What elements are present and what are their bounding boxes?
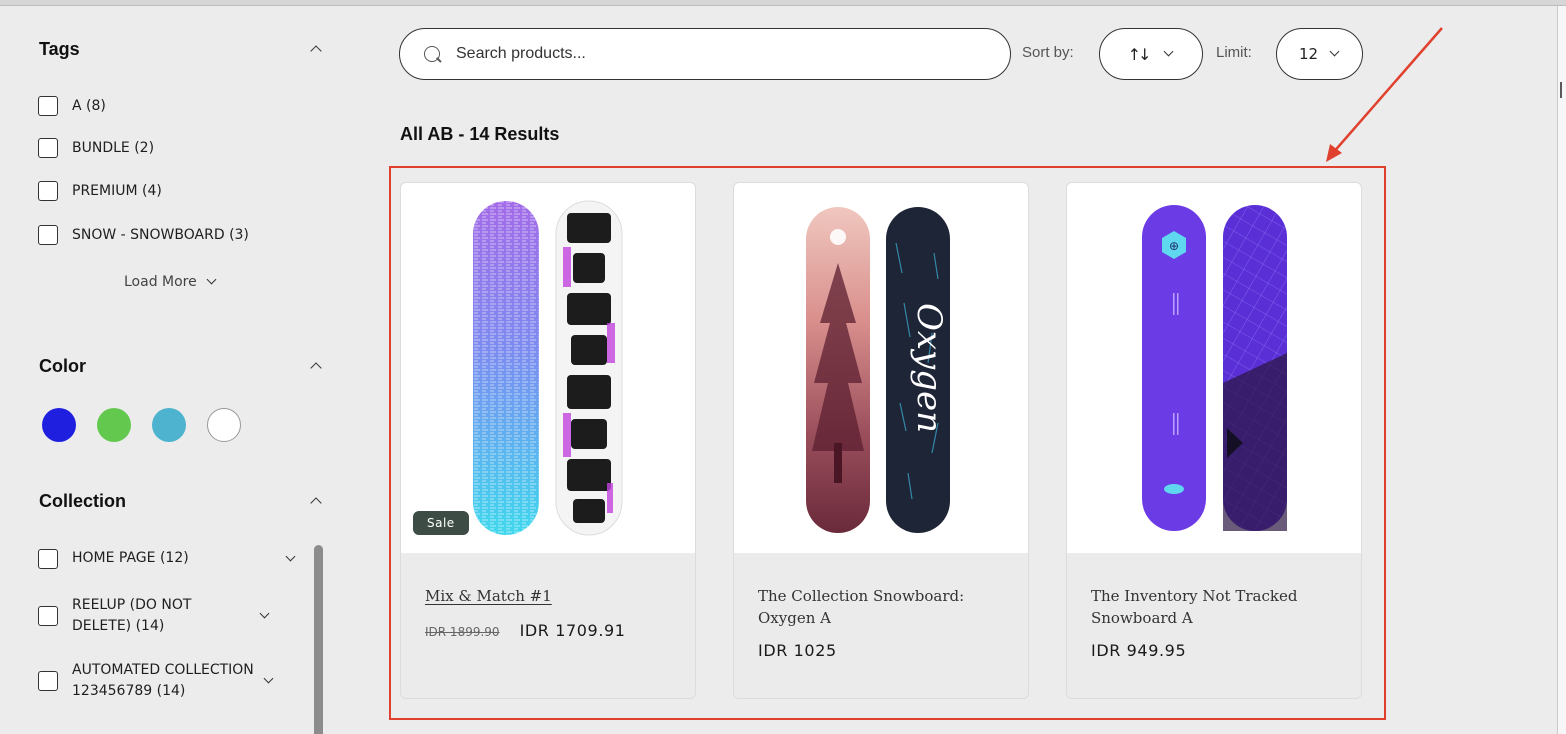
sort-dropdown[interactable]: ↑↓ [1099,28,1203,80]
product-title[interactable]: The Collection Snowboard: Oxygen A [758,585,1010,629]
search-input[interactable] [456,45,976,63]
product-card-oxygen[interactable]: Oxygen The Collection Snowboard: Oxygen … [733,182,1029,699]
collection-filter-title: Collection [39,490,127,511]
chevron-up-icon[interactable] [309,494,323,508]
sale-badge: Sale [413,511,469,535]
limit-label: Limit: [1216,44,1252,61]
load-more-button[interactable]: Load More [124,274,217,290]
color-swatch-teal[interactable] [152,408,186,442]
collection-filter-automated[interactable]: AUTOMATED COLLECTION 123456789 (14) [38,660,296,702]
tag-checkbox[interactable] [38,181,58,201]
load-more-label: Load More [124,274,197,290]
product-card-inventory-not-tracked[interactable]: ⊕ The Inventory Not Tracked Snowboard A … [1066,182,1362,699]
tags-filter-header[interactable]: Tags [39,36,329,62]
collection-label: HOME PAGE (12) [72,550,189,566]
product-price-row: IDR 1899.90 IDR 1709.91 [425,621,626,640]
tag-checkbox[interactable] [38,96,58,116]
color-swatches [42,408,241,442]
chevron-down-icon[interactable] [260,611,270,621]
collection-checkbox[interactable] [38,548,58,569]
color-swatch-green[interactable] [97,408,131,442]
product-title-link[interactable]: Mix & Match #1 [425,585,677,607]
sale-price: IDR 1709.91 [519,621,626,640]
collection-checkbox[interactable] [38,671,58,691]
collection-filter-reelup[interactable]: REELUP (DO NOT DELETE) (14) [38,595,296,637]
product-price: IDR 949.95 [1091,641,1187,660]
compare-at-price: IDR 1899.90 [425,625,500,639]
color-filter-title: Color [39,355,86,376]
tag-label: SNOW - SNOWBOARD (3) [72,227,249,243]
tag-label: PREMIUM (4) [72,183,162,199]
chevron-up-icon[interactable] [309,42,323,56]
product-price: IDR 1025 [758,641,837,660]
product-title[interactable]: The Inventory Not Tracked Snowboard A [1091,585,1343,629]
adjacent-window-edge [1557,6,1566,734]
svg-text:⊕: ⊕ [1169,239,1179,253]
sort-arrows-icon: ↑↓ [1127,44,1152,64]
chevron-down-icon[interactable] [286,554,296,564]
sort-label: Sort by: [1022,44,1074,61]
sidebar-scrollbar-thumb[interactable] [314,545,323,734]
tag-filter-bundle[interactable]: BUNDLE (2) [38,138,154,158]
tag-label: BUNDLE (2) [72,140,155,156]
snowboard-pair-image: Oxygen [806,207,950,533]
collection-filter-header[interactable]: Collection [39,488,329,514]
tags-filter-title: Tags [39,38,80,59]
tag-checkbox[interactable] [38,225,58,245]
snowboard-pair-image: ⊕ [1142,205,1287,531]
color-swatch-blue[interactable] [42,408,76,442]
product-image[interactable]: Sale [401,183,695,553]
annotation-arrow-icon [1326,27,1443,162]
color-filter-header[interactable]: Color [39,353,329,379]
color-swatch-white[interactable] [207,408,241,442]
collection-label: REELUP (DO NOT DELETE) (14) [72,597,192,634]
collection-checkbox[interactable] [38,606,58,626]
chevron-down-icon[interactable] [264,676,274,686]
chevron-down-icon [1164,49,1174,59]
collection-filter-home-page[interactable]: HOME PAGE (12) [38,548,296,569]
tag-filter-snowboard[interactable]: SNOW - SNOWBOARD (3) [38,225,249,245]
chevron-up-icon[interactable] [309,359,323,373]
board-graphic-text: Oxygen [909,303,949,433]
results-heading: All AB - 14 Results [400,124,560,144]
search-icon [424,46,440,62]
snowboard-pair-image [473,200,623,536]
collection-label: AUTOMATED COLLECTION 123456789 (14) [72,662,254,699]
tag-checkbox[interactable] [38,138,58,158]
product-image[interactable]: ⊕ [1067,183,1361,553]
window-edge-mark [1560,82,1562,98]
tag-filter-a[interactable]: A (8) [38,96,106,116]
chevron-down-icon [207,277,217,287]
tag-label: A (8) [72,98,106,114]
search-bar[interactable] [399,28,1011,80]
tag-filter-premium[interactable]: PREMIUM (4) [38,181,162,201]
product-image[interactable]: Oxygen [734,183,1028,553]
filters-sidebar: Tags A (8) BUNDLE (2) PREMIUM (4) SNOW -… [0,6,345,734]
product-card-mix-match[interactable]: Sale Mix & Match #1 IDR 1899.90 IDR 1709… [400,182,696,699]
